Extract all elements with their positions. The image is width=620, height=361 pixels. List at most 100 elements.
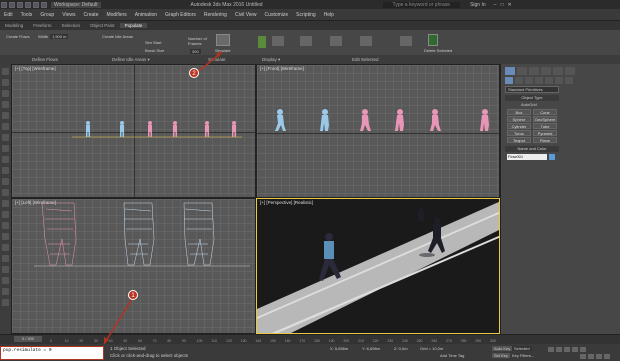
footer-define-idle[interactable]: Define Idle Areas ▾ (112, 57, 150, 63)
tab-freeform[interactable]: Freeform (28, 23, 56, 28)
menu-help[interactable]: Help (320, 12, 338, 18)
systems-icon[interactable] (565, 77, 573, 84)
undo-icon[interactable] (33, 1, 39, 8)
tool-icon-9[interactable] (2, 156, 9, 163)
tab-populate[interactable]: Populate (119, 23, 148, 28)
maximize-viewport-icon[interactable] (604, 354, 610, 359)
tool-icon-12[interactable] (2, 189, 9, 196)
timeline[interactable]: 0 / 300 0 10 20 30 40 50 60 70 80 90 100 110 120 130 1… (0, 334, 620, 344)
x-coord[interactable]: X: 5,656m (330, 346, 348, 351)
teapot-button[interactable]: Teapot (507, 137, 531, 143)
tube-button[interactable]: Tube (533, 123, 557, 129)
motion-tab-icon[interactable] (541, 67, 551, 75)
tab-object-paint[interactable]: Object Paint (85, 23, 120, 28)
tool-icon-13[interactable] (2, 200, 9, 207)
tool-icon-7[interactable] (2, 134, 9, 141)
menu-scripting[interactable]: Scripting (292, 12, 319, 18)
set-key-button[interactable]: Set Key (492, 353, 511, 358)
tool-icon-2[interactable] (2, 79, 9, 86)
tool-icon-6[interactable] (2, 123, 9, 130)
autogrid-checkbox[interactable]: AutoGrid (521, 102, 537, 107)
viewport-perspective[interactable]: [+] [Perspective] [Realistic] (256, 198, 500, 334)
z-coord[interactable]: Z: 0,0m (394, 346, 408, 351)
create-flows-button[interactable]: Create Flows (6, 34, 30, 39)
tool-icon-17[interactable] (2, 244, 9, 251)
shapes-icon[interactable] (515, 77, 523, 84)
menu-graph-editors[interactable]: Graph Editors (161, 12, 200, 18)
menu-views[interactable]: Views (58, 12, 79, 18)
next-frame-icon[interactable] (572, 347, 578, 352)
primitives-dropdown[interactable]: Standard Primitives (505, 86, 559, 93)
tab-selection[interactable]: Selection (57, 23, 86, 28)
go-to-start-icon[interactable] (548, 347, 554, 352)
display-icon[interactable] (258, 36, 266, 48)
edit-icon-4[interactable] (360, 36, 372, 46)
create-idle-areas-button[interactable]: Create Idle Areas (102, 34, 133, 39)
tool-icon-4[interactable] (2, 101, 9, 108)
tool-icon-10[interactable] (2, 167, 9, 174)
app-logo-icon[interactable] (1, 1, 7, 8)
tool-icon-14[interactable] (2, 211, 9, 218)
spacewarps-icon[interactable] (555, 77, 563, 84)
minimize-icon[interactable]: – (494, 2, 497, 8)
menu-animation[interactable]: Animation (131, 12, 161, 18)
menu-edit[interactable]: Edit (0, 12, 17, 18)
menu-tools[interactable]: Tools (17, 12, 37, 18)
tool-icon-16[interactable] (2, 233, 9, 240)
delete-selected-icon[interactable] (428, 34, 438, 46)
tool-icon-18[interactable] (2, 255, 9, 262)
workspace-dropdown[interactable]: Workspace: Default (51, 1, 101, 8)
viewport-left[interactable]: [+] [Left] [Wireframe] (11, 198, 256, 334)
menu-civil-view[interactable]: Civil View (231, 12, 261, 18)
name-color-header[interactable]: Name and Color (505, 146, 559, 152)
tool-icon-8[interactable] (2, 145, 9, 152)
footer-edit-selected[interactable]: Edit Selected (352, 57, 379, 62)
geosphere-button[interactable]: GeoSphere (533, 116, 557, 122)
footer-simulate[interactable]: Simulate (208, 57, 226, 62)
simulate-icon[interactable] (216, 34, 230, 46)
torus-button[interactable]: Torus (507, 130, 531, 136)
cone-button[interactable]: Cone (533, 109, 557, 115)
viewport-perspective-label[interactable]: [+] [Perspective] [Realistic] (260, 200, 313, 205)
search-input[interactable]: Type a keyword or phrase (382, 1, 461, 8)
sphere-button[interactable]: Sphere (507, 116, 531, 122)
width-field[interactable]: 1,500 m (50, 34, 69, 39)
go-to-end-icon[interactable] (580, 347, 586, 352)
box-button[interactable]: Box (507, 109, 531, 115)
tool-icon-21[interactable] (2, 288, 9, 295)
maximize-icon[interactable]: □ (500, 2, 503, 8)
tool-icon-11[interactable] (2, 178, 9, 185)
lights-icon[interactable] (525, 77, 533, 84)
pyramid-button[interactable]: Pyramid (533, 130, 557, 136)
edit-icon-3[interactable] (330, 36, 342, 46)
footer-display[interactable]: Display ▾ (262, 57, 280, 63)
tool-icon-20[interactable] (2, 277, 9, 284)
modify-tab-icon[interactable] (517, 67, 527, 75)
tool-icon-15[interactable] (2, 222, 9, 229)
tool-icon-1[interactable] (2, 68, 9, 75)
edit-icon-5[interactable] (400, 36, 412, 46)
name-field[interactable]: Flow001 (507, 154, 547, 160)
tab-modeling[interactable]: Modeling (0, 23, 28, 28)
display-tab-icon[interactable] (553, 67, 563, 75)
edit-icon-1[interactable] (272, 36, 284, 46)
tool-icon-22[interactable] (2, 299, 9, 306)
edit-icon-2[interactable] (300, 36, 312, 46)
object-type-header[interactable]: Object Type (505, 95, 559, 101)
add-time-tag[interactable]: Add Time Tag (440, 353, 464, 358)
tool-icon-5[interactable] (2, 112, 9, 119)
viewport-front[interactable]: [+] [Front] [Wireframe] (256, 64, 500, 198)
selected-dropdown[interactable]: Selected (512, 346, 532, 351)
tool-icon-3[interactable] (2, 90, 9, 97)
color-swatch[interactable] (549, 154, 555, 160)
menu-customize[interactable]: Customize (261, 12, 293, 18)
auto-key-button[interactable]: Auto Key (492, 346, 513, 351)
menu-modifiers[interactable]: Modifiers (102, 12, 130, 18)
geometry-icon[interactable] (505, 77, 513, 84)
helpers-icon[interactable] (545, 77, 553, 84)
zoom-icon[interactable] (580, 354, 586, 359)
maxscript-listener[interactable]: pop.resimulate = 0 (0, 346, 104, 360)
cameras-icon[interactable] (535, 77, 543, 84)
prev-frame-icon[interactable] (556, 347, 562, 352)
redo-icon[interactable] (41, 1, 47, 8)
